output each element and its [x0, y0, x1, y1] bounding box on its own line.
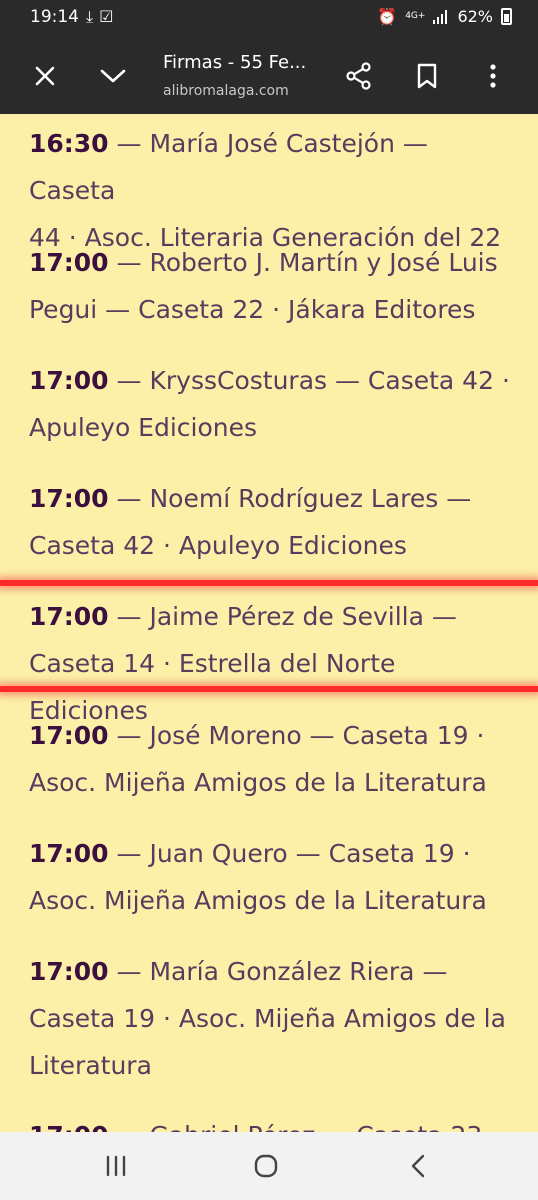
entry-line1: — Noemí Rodríguez Lares — — [108, 484, 472, 513]
minimize-button[interactable] — [93, 56, 133, 96]
bookmark-icon — [417, 63, 437, 89]
browser-toolbar: Firmas - 55 Fe... alibromalaga.com — [0, 36, 538, 114]
entry-time: 16:30 — [29, 129, 109, 158]
signing-entry: 17:00 — Roberto J. Martín y José Luis Pe… — [29, 239, 519, 333]
network-type: 4G+ — [405, 11, 426, 21]
chevron-down-icon — [100, 69, 126, 83]
entry-time: 17:00 — [29, 248, 109, 277]
check-box-icon: ☑ — [99, 7, 120, 26]
entry-line1: — Roberto J. Martín y José Luis — [108, 248, 498, 277]
highlight-line-bottom — [0, 686, 538, 692]
close-button[interactable] — [25, 56, 65, 96]
signing-entry: 17:00 — Juan Quero — Caseta 19 · Asoc. M… — [29, 830, 519, 924]
signing-entry-partial: 17:00 — Gabriel Pérez — Caseta 23-24 — [29, 1112, 519, 1132]
share-button[interactable] — [339, 56, 379, 96]
signing-entry: 17:00 — José Moreno — Caseta 19 · Asoc. … — [29, 712, 519, 806]
entry-time: 17:00 — [29, 721, 109, 750]
page-title: Firmas - 55 Fe... — [163, 52, 307, 73]
entry-time: 17:00 — [29, 366, 109, 395]
battery-percent: 62% — [457, 7, 493, 26]
entry-line2: Asoc. Mijeña Amigos de la Literatura — [29, 768, 487, 797]
download-icon: ⤓ — [86, 7, 100, 26]
alarm-icon: ⏰ — [377, 7, 398, 26]
signing-entry: 17:00 — María González Riera — Caseta 19… — [29, 948, 519, 1089]
entry-line2: Pegui — Caseta 22 · Jákara Editores — [29, 295, 476, 324]
entry-line3: Literatura — [29, 1051, 152, 1080]
signal-icon — [433, 9, 448, 24]
entry-time: 17:00 — [29, 602, 109, 631]
back-button[interactable] — [400, 1150, 436, 1182]
entry-line2: Asoc. Mijeña Amigos de la Literatura — [29, 886, 487, 915]
entry-time: 17:00 — [29, 839, 109, 868]
entry-line1: — Juan Quero — Caseta 19 · — [108, 839, 471, 868]
entry-time: 17:00 — [29, 1121, 109, 1132]
entry-line1: — KryssCosturas — Caseta 42 · — [108, 366, 510, 395]
signing-entry: 17:00 — KryssCosturas — Caseta 42 · Apul… — [29, 357, 519, 451]
more-vertical-icon — [490, 64, 496, 88]
home-icon — [254, 1154, 278, 1178]
highlight-line-top — [0, 580, 538, 586]
status-time: 19:14 — [30, 7, 79, 27]
back-icon — [411, 1154, 425, 1178]
entry-line2: Caseta 19 · Asoc. Mijeña Amigos de la — [29, 1004, 506, 1033]
status-right: ⏰ 4G+ 62% — [377, 7, 512, 26]
page-url: alibromalaga.com — [163, 83, 289, 99]
recent-apps-icon — [106, 1155, 126, 1177]
signing-entry: 17:00 — Noemí Rodríguez Lares — Caseta 4… — [29, 475, 519, 569]
status-notification-icons: ⤓☑ — [86, 7, 119, 27]
entry-time: 17:00 — [29, 484, 109, 513]
status-bar: 19:14 ⤓☑ ⏰ 4G+ 62% — [0, 0, 538, 36]
recent-apps-button[interactable] — [98, 1150, 134, 1182]
home-button[interactable] — [248, 1150, 284, 1182]
share-icon — [346, 62, 371, 90]
system-navigation-bar — [0, 1132, 538, 1200]
entry-time: 17:00 — [29, 957, 109, 986]
entry-line1: — María González Riera — — [108, 957, 448, 986]
more-options-button[interactable] — [473, 56, 513, 96]
entry-line1: — Jaime Pérez de Sevilla — — [108, 602, 457, 631]
bookmark-button[interactable] — [407, 56, 447, 96]
entry-line1: — José Moreno — Caseta 19 · — [108, 721, 485, 750]
close-icon — [35, 66, 55, 86]
page-content: 16:30 — María José Castejón — Caseta 44 … — [0, 114, 538, 1132]
entry-line2: Caseta 42 · Apuleyo Ediciones — [29, 531, 407, 560]
battery-icon — [501, 8, 512, 25]
entry-line2: Apuleyo Ediciones — [29, 413, 258, 442]
